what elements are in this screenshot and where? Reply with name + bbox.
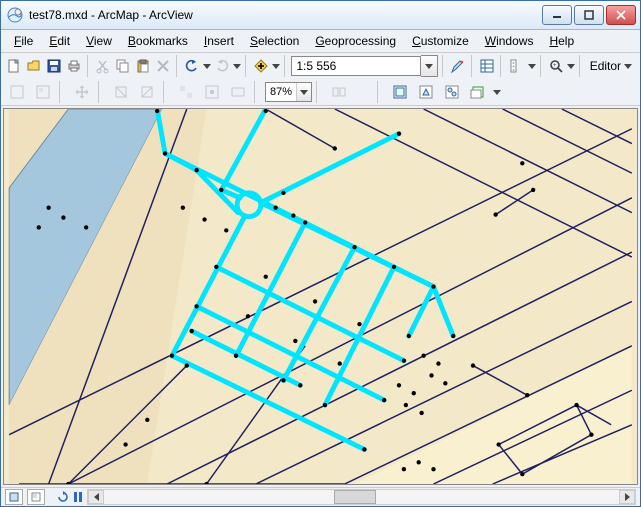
map-canvas xyxy=(4,109,637,484)
menu-help[interactable]: Help xyxy=(542,32,581,50)
print-icon[interactable] xyxy=(65,54,83,78)
svg-text:+: + xyxy=(553,63,557,69)
toolbar-separator xyxy=(98,81,105,103)
title-bar: test78.mxd - ArcMap - ArcView xyxy=(1,1,640,30)
data-frame-tool-icon-2[interactable] xyxy=(414,80,438,104)
tool-icon-3[interactable] xyxy=(109,80,133,104)
scroll-right-button[interactable] xyxy=(619,490,635,504)
data-frame-tool-icon-1[interactable] xyxy=(388,80,412,104)
toolbar-separator xyxy=(377,81,384,103)
menu-bar: File Edit View Bookmarks Insert Selectio… xyxy=(1,30,640,53)
search-dropdown-icon[interactable] xyxy=(567,55,575,77)
toolbar-separator xyxy=(254,81,261,103)
pan-icon[interactable] xyxy=(70,80,94,104)
menu-geoprocessing[interactable]: Geoprocessing xyxy=(308,32,403,50)
tool-icon-5[interactable] xyxy=(174,80,198,104)
data-view-button[interactable] xyxy=(5,489,23,505)
toolbar-separator xyxy=(163,81,170,103)
menu-view[interactable]: View xyxy=(79,32,119,50)
editor-toolbar-button-icon[interactable] xyxy=(449,54,467,78)
horizontal-scrollbar[interactable] xyxy=(87,489,636,505)
menu-edit[interactable]: Edit xyxy=(42,32,77,50)
menu-windows[interactable]: Windows xyxy=(478,32,541,50)
pause-draw-icon[interactable] xyxy=(73,491,83,503)
scroll-thumb[interactable] xyxy=(334,490,376,504)
new-document-icon[interactable] xyxy=(5,54,23,78)
window-controls xyxy=(542,5,636,25)
menu-bookmarks[interactable]: Bookmarks xyxy=(121,32,195,50)
toolbar-separator xyxy=(442,55,445,77)
tool-icon-6[interactable] xyxy=(200,80,224,104)
menu-selection[interactable]: Selection xyxy=(243,32,306,50)
data-frame-tool-icon-3[interactable] xyxy=(440,80,464,104)
add-data-icon[interactable] xyxy=(252,54,270,78)
copy-icon[interactable] xyxy=(114,54,132,78)
maximize-button[interactable] xyxy=(574,5,604,25)
catalog-icon[interactable] xyxy=(508,54,526,78)
toolbars: + Editor 87% xyxy=(1,53,640,106)
scale-input[interactable] xyxy=(291,56,421,76)
tool-icon-4[interactable] xyxy=(135,80,159,104)
status-bar xyxy=(1,487,640,506)
menu-file[interactable]: File xyxy=(7,32,40,50)
toolbar-separator xyxy=(245,55,248,77)
cut-icon[interactable] xyxy=(94,54,112,78)
paste-icon[interactable] xyxy=(134,54,152,78)
toolbar-separator xyxy=(500,55,503,77)
toolbar-separator xyxy=(176,55,179,77)
arcmap-app-icon xyxy=(7,7,23,23)
redo-dropdown-icon[interactable] xyxy=(233,55,241,77)
toolbar-separator xyxy=(87,55,90,77)
editor-menu[interactable]: Editor xyxy=(586,59,636,73)
undo-dropdown-icon[interactable] xyxy=(203,55,211,77)
layout-tool-icon-1[interactable] xyxy=(5,80,29,104)
refresh-icon[interactable] xyxy=(57,491,69,503)
layout-view-button[interactable] xyxy=(27,489,45,505)
toolbar-separator xyxy=(59,81,66,103)
data-frame-tool-icon-4[interactable] xyxy=(466,80,490,104)
save-icon[interactable] xyxy=(45,54,63,78)
menu-insert[interactable]: Insert xyxy=(197,32,241,50)
tool-icon-7[interactable] xyxy=(226,80,250,104)
map-view[interactable] xyxy=(3,108,638,485)
toolbar-standard: + Editor xyxy=(1,53,640,79)
catalog-dropdown-icon[interactable] xyxy=(528,55,536,77)
layout-tool-icon-2[interactable] xyxy=(31,80,55,104)
undo-icon[interactable] xyxy=(183,54,201,78)
toolbar-separator xyxy=(540,55,543,77)
scale-combo xyxy=(291,55,438,77)
search-icon[interactable]: + xyxy=(547,54,565,78)
close-button[interactable] xyxy=(606,5,636,25)
toolbar-separator xyxy=(471,55,474,77)
scroll-left-button[interactable] xyxy=(88,490,104,504)
open-icon[interactable] xyxy=(25,54,43,78)
app-window: test78.mxd - ArcMap - ArcView File Edit … xyxy=(0,0,641,507)
toolbar-separator xyxy=(316,81,323,103)
window-title: test78.mxd - ArcMap - ArcView xyxy=(29,8,542,22)
layout-zoom-dropdown[interactable] xyxy=(296,83,311,101)
layout-zoom-combo: 87% xyxy=(265,82,312,102)
scale-dropdown-button[interactable] xyxy=(421,55,438,77)
tool-icon-8[interactable] xyxy=(327,80,351,104)
toolbar-secondary: 87% xyxy=(1,79,640,105)
editor-label: Editor xyxy=(590,59,621,73)
data-frame-dropdown-icon[interactable] xyxy=(492,81,502,103)
minimize-button[interactable] xyxy=(542,5,572,25)
layout-zoom-value: 87% xyxy=(266,86,296,98)
add-data-dropdown-icon[interactable] xyxy=(272,55,280,77)
delete-icon[interactable] xyxy=(154,54,172,78)
redo-icon[interactable] xyxy=(213,54,231,78)
menu-customize[interactable]: Customize xyxy=(405,32,476,50)
chevron-down-icon xyxy=(624,64,632,69)
toolbar-separator xyxy=(579,55,582,77)
toolbar-separator xyxy=(284,55,287,77)
table-of-contents-icon[interactable] xyxy=(478,54,496,78)
